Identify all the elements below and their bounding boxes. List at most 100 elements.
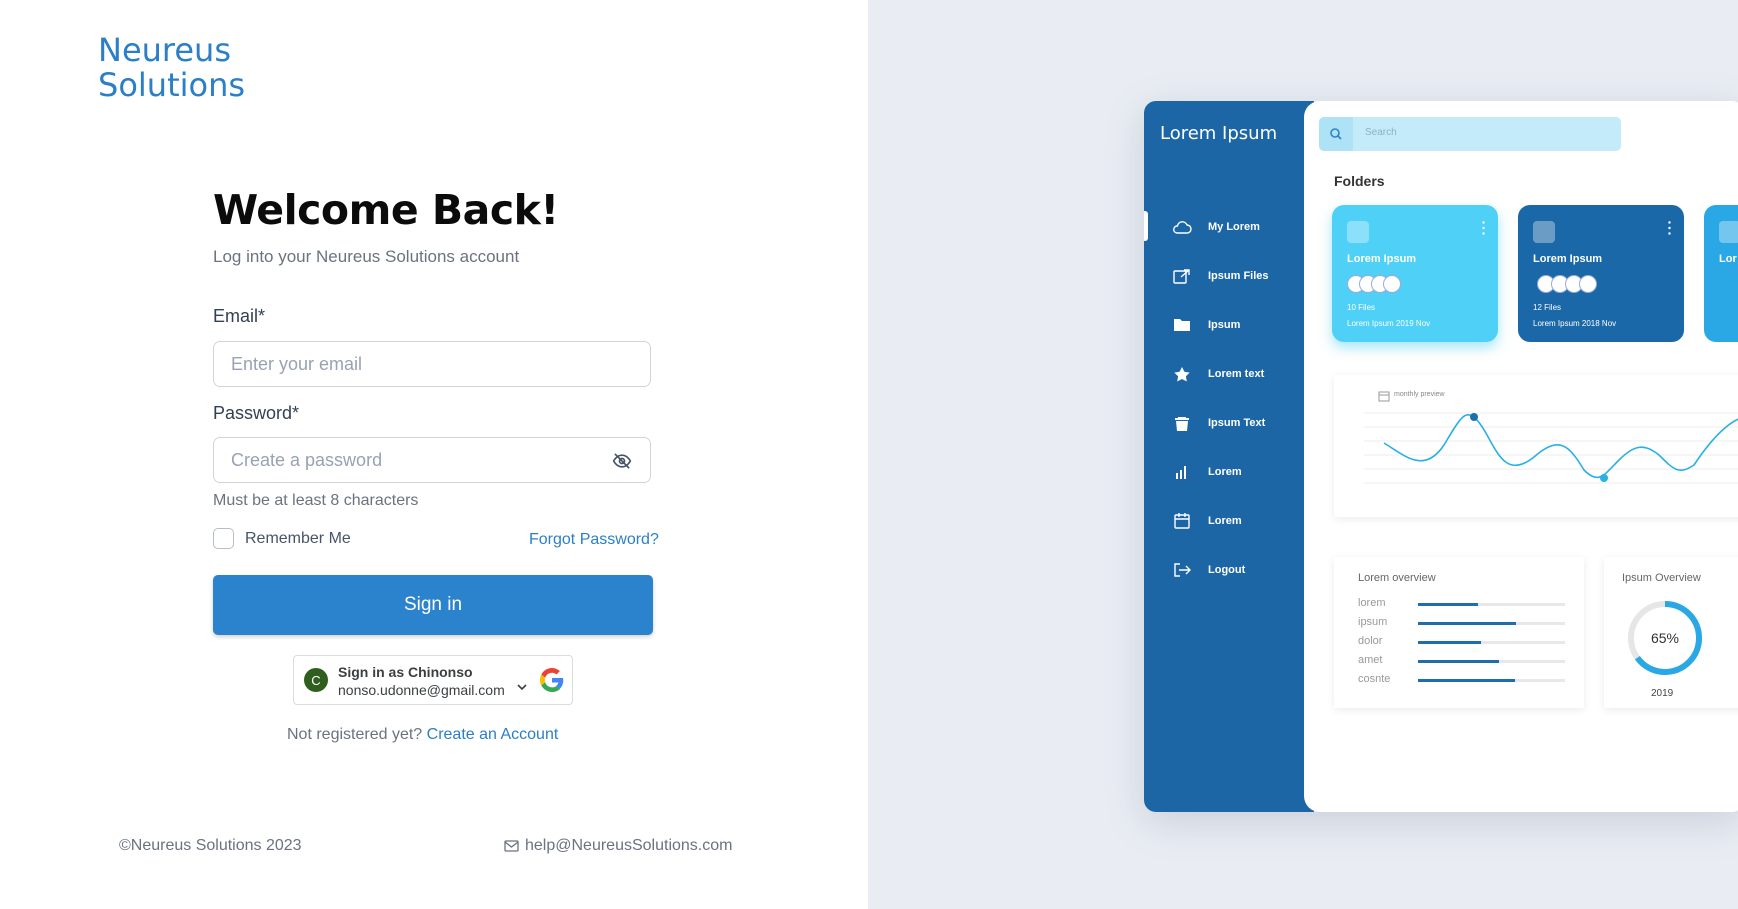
preview-folder-name: Lorem Ipsum <box>1533 253 1603 265</box>
google-avatar: C <box>304 668 328 692</box>
page-title: Welcome Back! <box>213 186 559 234</box>
preview-line-chart: monthly preview <box>1334 375 1738 517</box>
preview-avatars <box>1347 275 1447 293</box>
overview-label: amet <box>1358 654 1383 666</box>
preview-nav-label: Logout <box>1208 564 1246 576</box>
trash-icon <box>1175 417 1189 431</box>
preview-nav-lorem-calendar: Lorem <box>1172 511 1312 531</box>
password-hint: Must be at least 8 characters <box>213 492 419 509</box>
folder-user-icon <box>1533 221 1555 243</box>
remember-me-checkbox[interactable] <box>213 528 234 549</box>
google-sign-in-button[interactable]: C Sign in as Chinonso nonso.udonne@gmail… <box>293 655 573 705</box>
preview-folder-name: Lor <box>1719 253 1737 265</box>
folder-icon <box>1174 319 1190 331</box>
register-prompt-text: Not registered yet? <box>287 726 423 743</box>
help-email-link[interactable]: help@NeureusSolutions.com <box>504 837 732 855</box>
preview-folder-files: 12 Files <box>1533 303 1562 312</box>
preview-folder-name: Lorem Ipsum <box>1347 253 1417 265</box>
preview-folder-files: 10 Files <box>1347 303 1376 312</box>
more-vertical-icon <box>1668 221 1671 235</box>
overview-bar <box>1418 660 1499 663</box>
preview-nav-label: Ipsum Text <box>1208 417 1266 429</box>
google-account-name: Sign in as Chinonso <box>338 664 473 680</box>
preview-overview-row: dolor <box>1358 635 1568 649</box>
preview-nav-ipsum-files: Ipsum Files <box>1172 266 1312 286</box>
page-subtitle: Log into your Neureus Solutions account <box>213 247 520 266</box>
preview-nav-my-lorem: My Lorem <box>1172 217 1312 237</box>
preview-search-placeholder: Search <box>1365 127 1397 138</box>
password-label: Password* <box>213 403 300 423</box>
preview-progress-ring: 65% <box>1628 601 1702 675</box>
email-field-container <box>213 341 651 387</box>
preview-nav-label: Lorem <box>1208 515 1242 527</box>
preview-folders-title: Folders <box>1334 173 1385 189</box>
preview-nav-label: My Lorem <box>1208 221 1260 233</box>
mail-icon <box>504 840 519 852</box>
google-account-email: nonso.udonne@gmail.com <box>338 682 505 698</box>
copyright-text: ©Neureus Solutions 2023 <box>119 837 302 854</box>
preview-avatars <box>1533 275 1633 293</box>
folder-user-icon <box>1347 221 1369 243</box>
preview-main: Search Folders Lorem Ipsum 10 Files Lore… <box>1304 101 1738 812</box>
eye-off-icon[interactable] <box>612 451 632 471</box>
brand-line-1: Neureus <box>98 31 231 69</box>
email-label: Email* <box>213 306 266 326</box>
dashboard-preview: Lorem Ipsum My Lorem Ipsum Files Ipsum L… <box>1144 101 1738 812</box>
overview-label: ipsum <box>1358 616 1388 628</box>
preview-overview-card: Lorem overview lorem ipsum dolor amet co… <box>1334 557 1584 708</box>
preview-sidebar: Lorem Ipsum My Lorem Ipsum Files Ipsum L… <box>1144 101 1314 812</box>
sign-in-label: Sign in <box>403 594 463 615</box>
password-field-container <box>213 437 651 483</box>
share-icon <box>1173 269 1190 284</box>
preview-folder-card: Lorem Ipsum 10 Files Lorem Ipsum 2019 No… <box>1332 205 1498 342</box>
preview-nav-lorem-stats: Lorem <box>1172 462 1312 482</box>
preview-search: Search <box>1319 117 1621 151</box>
forgot-password-link[interactable]: Forgot Password? <box>529 531 659 549</box>
preview-overview-title: Lorem overview <box>1358 572 1436 584</box>
preview-nav-ipsum-text: Ipsum Text <box>1172 413 1312 433</box>
preview-nav-logout: Logout <box>1172 560 1312 580</box>
preview-search-button <box>1319 117 1353 151</box>
preview-folder-date: Lorem Ipsum 2019 Nov <box>1347 319 1431 328</box>
overview-label: lorem <box>1358 597 1386 609</box>
bar-chart-icon <box>1176 466 1186 479</box>
preview-nav-label: Lorem text <box>1208 368 1265 380</box>
help-email-text: help@NeureusSolutions.com <box>525 837 733 854</box>
preview-nav-label: Ipsum Files <box>1208 270 1269 282</box>
preview-ipsum-overview-card: Ipsum Overview 65% 2019 <box>1604 557 1738 708</box>
preview-overview-row: ipsum <box>1358 616 1568 630</box>
password-field[interactable] <box>214 438 611 482</box>
preview-line-series <box>1364 412 1738 484</box>
chevron-down-icon[interactable] <box>516 682 528 692</box>
preview-year-label: 2019 <box>1651 688 1674 699</box>
preview-nav-label: Ipsum <box>1208 319 1241 331</box>
preview-percent-label: 65% <box>1651 630 1679 646</box>
overview-label: cosnte <box>1358 673 1391 685</box>
remember-me-label[interactable]: Remember Me <box>245 530 351 548</box>
overview-bar <box>1418 622 1517 625</box>
brand-logo[interactable]: Neureus Solutions <box>98 33 245 103</box>
overview-bar <box>1418 641 1482 644</box>
preview-overview-row: cosnte <box>1358 673 1568 687</box>
create-account-link[interactable]: Create an Account <box>427 726 559 743</box>
brand-line-2: Solutions <box>98 66 246 104</box>
preview-folder-card: Lor <box>1704 205 1738 342</box>
folder-user-icon <box>1719 221 1738 243</box>
preview-nav-label: Lorem <box>1208 466 1242 478</box>
preview-folder-date: Lorem Ipsum 2018 Nov <box>1533 319 1617 328</box>
overview-bar <box>1418 679 1516 682</box>
calendar-icon <box>1174 513 1190 529</box>
login-panel: Neureus Solutions Welcome Back! Log into… <box>0 0 868 909</box>
preview-nav-lorem-text: Lorem text <box>1172 364 1312 384</box>
preview-overview-row: lorem <box>1358 597 1568 611</box>
register-prompt: Not registered yet? Create an Account <box>287 726 558 744</box>
more-vertical-icon <box>1482 221 1485 235</box>
sign-in-button[interactable]: Sign in <box>213 575 653 635</box>
star-icon <box>1174 367 1190 382</box>
preview-logo: Lorem Ipsum <box>1160 123 1278 144</box>
preview-folder-card: Lorem Ipsum 12 Files Lorem Ipsum 2018 No… <box>1518 205 1684 342</box>
search-icon <box>1330 128 1342 140</box>
google-logo-icon <box>540 668 564 692</box>
email-field[interactable] <box>214 342 611 386</box>
preview-active-indicator <box>1144 211 1148 241</box>
